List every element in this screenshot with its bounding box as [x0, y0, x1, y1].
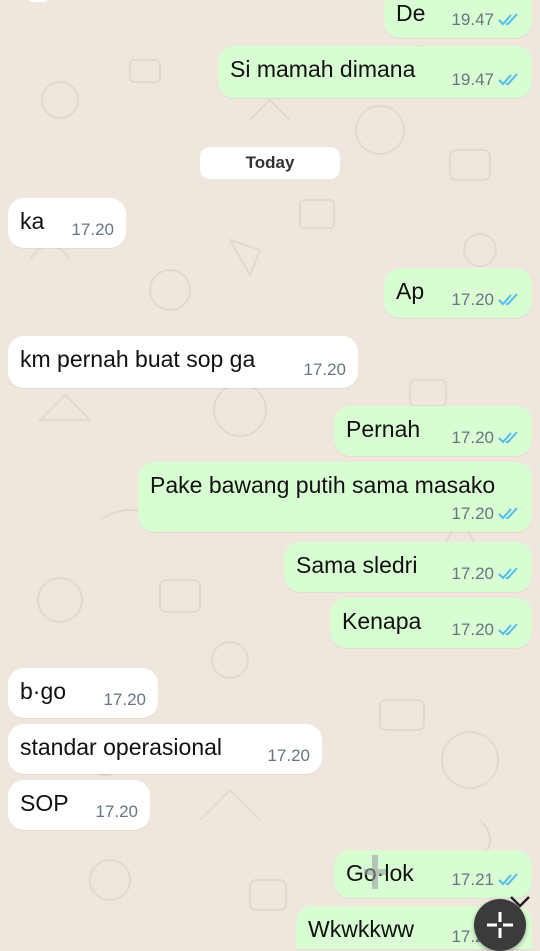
message-outgoing[interactable]: De 19.47 [384, 0, 532, 38]
message-outgoing[interactable]: Sama sledri 17.20 [284, 542, 532, 592]
message-outgoing[interactable]: Kenapa 17.20 [330, 598, 532, 648]
double-check-icon [498, 873, 518, 886]
plus-cursor-icon [364, 855, 386, 889]
message-text: SOP [20, 790, 69, 816]
message-text: km pernah buat sop ga [20, 346, 256, 372]
double-check-icon [498, 507, 518, 520]
message-time: 19.47 [451, 10, 494, 29]
message-text: ka [20, 208, 45, 234]
message-outgoing[interactable]: Si mamah dimana 19.47 [218, 46, 532, 98]
double-check-icon [498, 431, 518, 444]
message-time: 17.20 [267, 746, 310, 765]
message-incoming[interactable]: km pernah buat sop ga 17.20 [8, 336, 358, 388]
message-text: Si mamah dimana [230, 56, 416, 82]
message-time: 17.20 [451, 290, 494, 309]
message-incoming[interactable]: b·go 17.20 [8, 668, 158, 718]
message-text: De [396, 0, 426, 26]
message-text: Pernah [346, 416, 421, 442]
message-time: 17.20 [451, 504, 494, 523]
message-time: 17.20 [303, 360, 346, 379]
message-time: 17.20 [451, 564, 494, 583]
message-text: Wkwkkww [308, 916, 415, 942]
message-incoming[interactable]: standar operasional 17.20 [8, 724, 322, 774]
message-time: 19.47 [451, 70, 494, 89]
double-check-icon [498, 73, 518, 86]
message-text: Ap [396, 278, 425, 304]
message-text: b·go [20, 678, 67, 704]
message-incoming[interactable]: ka 17.20 [8, 198, 126, 248]
message-outgoing[interactable]: Ap 17.20 [384, 268, 532, 318]
message-time: 17.20 [71, 220, 114, 239]
date-separator: Today [200, 147, 340, 179]
message-time: 17.21 [451, 870, 494, 889]
message-text: Kenapa [342, 608, 422, 634]
message-time: 17.20 [451, 428, 494, 447]
message-time: 17.20 [103, 690, 146, 709]
double-check-icon [498, 623, 518, 636]
chevron-down-icon[interactable] [508, 893, 532, 909]
message-time: 17.20 [451, 620, 494, 639]
message-time: 17.20 [95, 802, 138, 821]
double-check-icon [498, 567, 518, 580]
expand-glyph-icon [487, 912, 513, 938]
double-check-icon [498, 293, 518, 306]
message-text: Pake bawang putih sama masako [150, 472, 496, 498]
message-text: Sama sledri [296, 552, 418, 578]
message-outgoing[interactable]: Pake bawang putih sama masako 17.20 [138, 462, 532, 532]
message-outgoing[interactable]: Pernah 17.20 [334, 406, 532, 456]
message-incoming[interactable]: SOP 17.20 [8, 780, 150, 830]
message-text: standar operasional [20, 734, 223, 760]
double-check-icon [498, 13, 518, 26]
